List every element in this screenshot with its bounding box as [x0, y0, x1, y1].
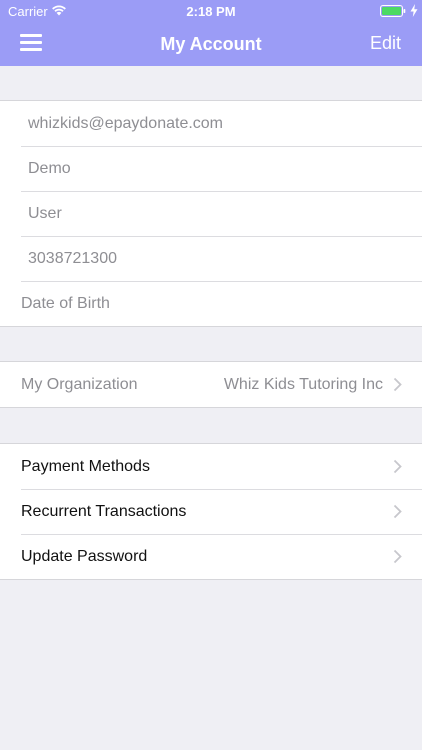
account-menu-section: Payment Methods Recurrent Transactions U…	[0, 443, 422, 580]
top-bar: Carrier 2:18 PM My Account Edit	[0, 0, 422, 66]
my-account-screen: Carrier 2:18 PM My Account Edit whizkids…	[0, 0, 422, 750]
navigation-bar: My Account Edit	[0, 22, 422, 66]
chevron-right-icon	[393, 459, 402, 474]
chevron-right-icon	[393, 504, 402, 519]
my-organization-row[interactable]: My Organization Whiz Kids Tutoring Inc	[0, 362, 422, 407]
organization-section: My Organization Whiz Kids Tutoring Inc	[0, 361, 422, 408]
last-name-field[interactable]: User	[0, 191, 422, 236]
page-title: My Account	[160, 34, 262, 54]
recurrent-transactions-row[interactable]: Recurrent Transactions	[0, 489, 422, 534]
charging-bolt-icon	[410, 4, 418, 17]
payment-methods-row[interactable]: Payment Methods	[0, 444, 422, 489]
phone-field[interactable]: 3038721300	[0, 236, 422, 281]
first-name-field[interactable]: Demo	[0, 146, 422, 191]
profile-section: whizkids@epaydonate.com Demo User 303872…	[0, 100, 422, 327]
organization-value: Whiz Kids Tutoring Inc	[223, 375, 383, 393]
email-field[interactable]: whizkids@epaydonate.com	[0, 101, 422, 146]
edit-button[interactable]: Edit	[370, 33, 401, 54]
update-password-label: Update Password	[21, 547, 148, 565]
status-bar: Carrier 2:18 PM	[0, 0, 422, 22]
status-time: 2:18 PM	[186, 4, 236, 19]
recurrent-transactions-label: Recurrent Transactions	[21, 502, 187, 520]
chevron-right-icon	[393, 549, 402, 564]
chevron-right-icon	[393, 377, 402, 392]
organization-label: My Organization	[21, 375, 138, 393]
update-password-row[interactable]: Update Password	[0, 534, 422, 579]
payment-methods-label: Payment Methods	[21, 457, 150, 475]
battery-icon	[380, 5, 406, 17]
hamburger-menu-icon[interactable]	[20, 34, 42, 52]
date-of-birth-field[interactable]: Date of Birth	[0, 281, 422, 326]
